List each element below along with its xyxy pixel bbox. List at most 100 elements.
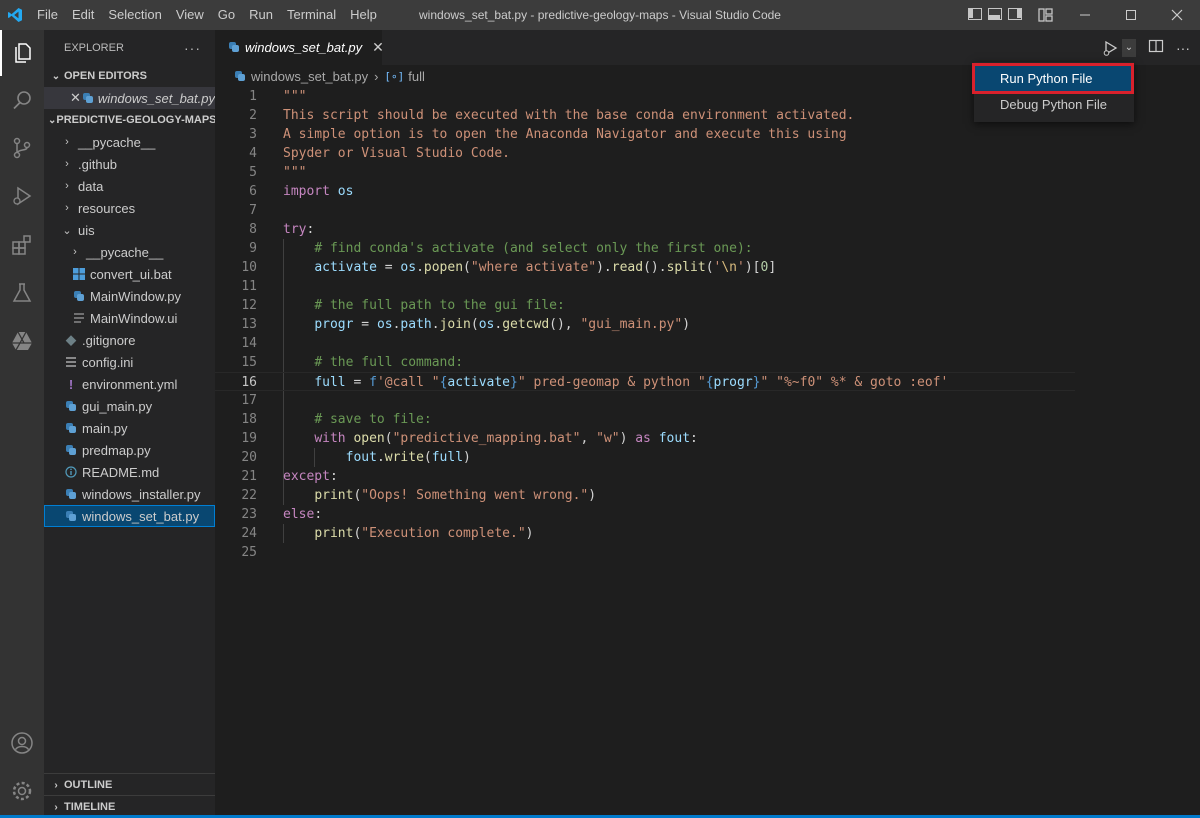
customize-layout-icon[interactable] [1038, 8, 1054, 22]
tab-label: windows_set_bat.py [245, 40, 363, 55]
open-editor-item[interactable]: ✕ windows_set_bat.py [44, 87, 215, 109]
code-line: 10 activate = os.popen("where activate")… [241, 260, 777, 275]
chevron-down-icon: ⌄ [62, 224, 72, 237]
tree-item-label: predmap.py [82, 442, 151, 458]
testing-flask-icon[interactable] [0, 270, 44, 316]
run-and-debug-icon[interactable] [0, 173, 44, 219]
python-file-icon [229, 40, 239, 55]
tree-item-label: windows_set_bat.py [82, 508, 200, 524]
outline-label: OUTLINE [64, 779, 113, 791]
tree-folder[interactable]: ⌄ uis [44, 219, 215, 241]
code-line: 20 fout.write(full) [241, 450, 471, 465]
chevron-right-icon: › [65, 158, 69, 170]
run-python-icon[interactable]: ⌄ [1102, 38, 1136, 57]
split-editor-icon[interactable] [1148, 38, 1164, 57]
tree-folder[interactable]: › __pycache__ [44, 241, 215, 263]
tree-item-label: main.py [82, 420, 128, 436]
menu-edit[interactable]: Edit [65, 0, 101, 30]
tree-file[interactable]: convert_ui.bat [44, 263, 215, 285]
tree-item-label: __pycache__ [78, 134, 156, 150]
explorer-sidebar: EXPLORER ··· ⌄ OPEN EDITORS ✕ windows_se… [44, 30, 215, 818]
code-line: 1 """ [249, 89, 307, 104]
menu-help[interactable]: Help [343, 0, 384, 30]
code-editor[interactable]: 1 """ 2 This script should be executed wit… [215, 87, 1200, 818]
google-drive-icon[interactable] [0, 318, 44, 364]
code-line: 9 # find conda's activate (and select on… [249, 241, 753, 256]
account-icon[interactable] [0, 720, 44, 766]
menu-run[interactable]: Run [242, 0, 280, 30]
code-line: 21 except: [241, 469, 338, 484]
tree-folder[interactable]: › data [44, 175, 215, 197]
title-bar: File Edit Selection View Go Run Terminal… [0, 0, 1200, 30]
source-control-icon[interactable] [0, 125, 44, 171]
code-line: 5 """ [249, 165, 307, 180]
tree-file[interactable]: predmap.py [44, 439, 215, 461]
breadcrumb-symbol[interactable]: full [408, 69, 425, 84]
chevron-right-icon: › [65, 202, 69, 214]
editor-more-actions-icon[interactable]: ··· [1176, 40, 1190, 56]
tab-windows-set-bat[interactable]: windows_set_bat.py ✕ [215, 30, 384, 65]
tree-item-label: README.md [82, 464, 160, 480]
explorer-icon[interactable] [0, 30, 44, 76]
tree-folder[interactable]: › __pycache__ [44, 131, 215, 153]
tree-folder[interactable]: › resources [44, 197, 215, 219]
tree-file[interactable]: MainWindow.ui [44, 307, 215, 329]
toggle-sidebar-icon[interactable] [968, 8, 982, 20]
tree-file[interactable]: ! environment.yml [44, 373, 215, 395]
tree-file[interactable]: MainWindow.py [44, 285, 215, 307]
ui-file-icon [72, 312, 86, 324]
tree-file[interactable]: windows_set_bat.py [44, 505, 215, 527]
code-line: 12 # the full path to the gui file: [241, 298, 565, 313]
open-editors-section[interactable]: ⌄ OPEN EDITORS [44, 65, 215, 87]
tree-file[interactable]: main.py [44, 417, 215, 439]
project-section[interactable]: ⌄ PREDICTIVE-GEOLOGY-MAPS [44, 109, 215, 131]
menu-file[interactable]: File [30, 0, 65, 30]
code-line-current: 16 full = f'@call "{activate}" pred-geom… [215, 372, 1075, 391]
extensions-icon[interactable] [0, 222, 44, 268]
tree-folder[interactable]: › .github [44, 153, 215, 175]
close-editor-icon[interactable]: ✕ [70, 90, 83, 106]
tree-item-label: MainWindow.py [90, 288, 182, 304]
menu-view[interactable]: View [169, 0, 211, 30]
tree-item-label: environment.yml [82, 376, 178, 392]
tree-file[interactable]: README.md [44, 461, 215, 483]
toggle-panel-icon[interactable] [988, 8, 1002, 20]
menu-bar: File Edit Selection View Go Run Terminal… [30, 0, 384, 30]
close-tab-icon[interactable]: ✕ [372, 39, 384, 56]
menu-go[interactable]: Go [211, 0, 242, 30]
search-icon[interactable] [0, 77, 44, 123]
tree-item-label: data [78, 178, 104, 194]
toggle-secondary-sidebar-icon[interactable] [1008, 8, 1022, 20]
vscode-logo-icon [0, 0, 30, 30]
python-file-icon [83, 93, 94, 103]
editor-tabs: windows_set_bat.py ✕ ⌄ ··· [215, 30, 1200, 65]
outline-section[interactable]: › OUTLINE [44, 773, 215, 796]
settings-gear-icon[interactable] [0, 768, 44, 814]
open-editor-filename: windows_set_bat.py [97, 90, 215, 106]
chevron-down-icon: ⌄ [51, 70, 61, 82]
settings-file-icon [64, 356, 78, 368]
tree-file[interactable]: windows_installer.py [44, 483, 215, 505]
code-line: 4 Spyder or Visual Studio Code. [249, 146, 510, 161]
tree-item-label: convert_ui.bat [90, 266, 172, 282]
tree-item-label: .github [78, 156, 118, 172]
tree-file[interactable]: ◆ .gitignore [44, 329, 215, 351]
tree-file[interactable]: gui_main.py [44, 395, 215, 417]
maximize-button[interactable] [1108, 0, 1154, 30]
close-window-button[interactable] [1154, 0, 1200, 30]
tree-item-label: gui_main.py [82, 398, 153, 414]
menu-terminal[interactable]: Terminal [280, 0, 343, 30]
debug-python-file-item[interactable]: Debug Python File [974, 92, 1134, 118]
run-dropdown-chevron-icon[interactable]: ⌄ [1122, 38, 1136, 57]
git-icon: ◆ [66, 332, 76, 347]
menu-selection[interactable]: Selection [101, 0, 168, 30]
more-actions-icon[interactable]: ··· [184, 40, 201, 56]
annotation-highlight-box [972, 63, 1134, 94]
variable-symbol-icon: [∘] [384, 69, 405, 83]
python-file-icon [64, 423, 78, 433]
python-file-icon [64, 489, 78, 499]
minimize-button[interactable] [1062, 0, 1108, 30]
breadcrumb-file[interactable]: windows_set_bat.py [251, 69, 368, 84]
windows-bat-icon [72, 268, 86, 280]
tree-file[interactable]: config.ini [44, 351, 215, 373]
